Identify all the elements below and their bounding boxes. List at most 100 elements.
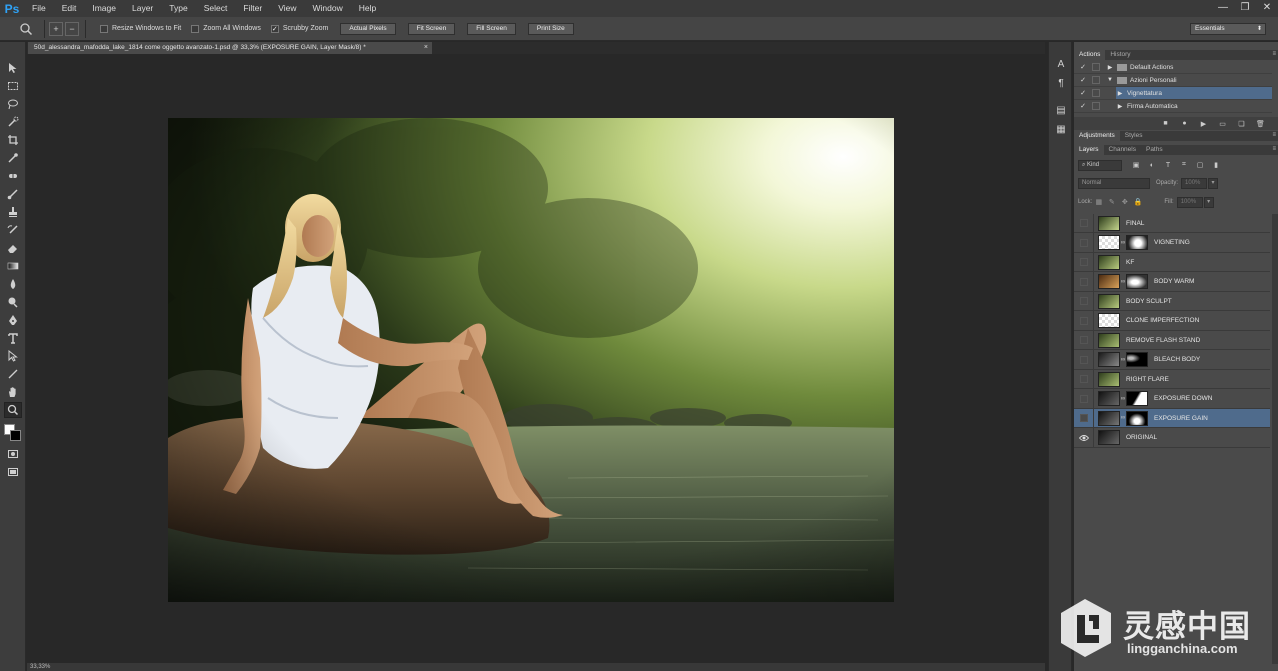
- layer-thumbnail[interactable]: [1098, 410, 1120, 426]
- close-button[interactable]: ✕: [1256, 0, 1278, 17]
- checkmark-icon[interactable]: ✓: [1078, 76, 1088, 84]
- document-image[interactable]: [168, 118, 894, 602]
- visibility-box[interactable]: [1079, 277, 1088, 286]
- panel-menu-icon[interactable]: ≡: [1272, 51, 1276, 57]
- zoom-level[interactable]: 33,33%: [30, 664, 50, 670]
- checkmark-icon[interactable]: ✓: [1078, 63, 1088, 71]
- info-panel-icon[interactable]: ▦: [1054, 123, 1068, 137]
- filter-toggle-icon[interactable]: ▮: [1208, 161, 1224, 169]
- character-panel-icon[interactable]: A: [1054, 58, 1068, 72]
- new-set-icon[interactable]: ▭: [1213, 120, 1232, 128]
- visibility-toggle[interactable]: [1074, 369, 1094, 389]
- layer-thumbnail[interactable]: [1098, 274, 1120, 289]
- fill-input[interactable]: 100%: [1176, 196, 1203, 208]
- expand-arrow-icon[interactable]: ▶: [1116, 103, 1124, 110]
- panel-menu-icon[interactable]: ≡: [1272, 132, 1276, 138]
- dialog-toggle-icon[interactable]: [1092, 63, 1100, 71]
- line-tool-icon[interactable]: [4, 366, 22, 382]
- eraser-tool-icon[interactable]: [4, 240, 22, 256]
- type-filter-icon[interactable]: T: [1160, 162, 1176, 169]
- crop-tool-icon[interactable]: [4, 132, 22, 148]
- lock-all-icon[interactable]: 🔒: [1131, 198, 1144, 206]
- lock-position-icon[interactable]: ✥: [1118, 198, 1131, 206]
- path-selection-tool-icon[interactable]: [4, 348, 22, 364]
- menu-help[interactable]: Help: [351, 0, 384, 17]
- shape-filter-icon[interactable]: ⌗: [1176, 161, 1192, 169]
- checkmark-icon[interactable]: ✓: [1078, 102, 1088, 110]
- zoom-out-icon[interactable]: −: [65, 21, 79, 36]
- expand-arrow-icon[interactable]: ▶: [1116, 90, 1124, 97]
- layer-thumbnail[interactable]: [1098, 215, 1120, 231]
- document-tab[interactable]: 50d_alessandra_mafodda_lake_1814 come og…: [28, 42, 432, 54]
- paragraph-panel-icon[interactable]: ¶: [1054, 77, 1068, 91]
- visibility-toggle[interactable]: [1074, 350, 1094, 369]
- play-icon[interactable]: ▶: [1194, 120, 1213, 128]
- panel-menu-icon[interactable]: ≡: [1272, 146, 1276, 152]
- tab-layers[interactable]: Layers: [1074, 145, 1104, 155]
- layer-thumbnail[interactable]: [1098, 391, 1120, 406]
- visibility-toggle[interactable]: [1074, 213, 1094, 233]
- visibility-toggle[interactable]: [1074, 408, 1094, 428]
- type-tool-icon[interactable]: [4, 330, 22, 346]
- restore-button[interactable]: ❐: [1234, 0, 1256, 17]
- history-brush-tool-icon[interactable]: [4, 222, 22, 238]
- action-row[interactable]: ✓ ▶ Firma Automatica: [1074, 100, 1272, 113]
- visibility-box[interactable]: [1079, 297, 1088, 305]
- tab-styles[interactable]: Styles: [1120, 131, 1148, 141]
- visibility-toggle[interactable]: [1074, 389, 1094, 408]
- menu-image[interactable]: Image: [84, 0, 124, 17]
- visibility-box[interactable]: [1079, 375, 1088, 383]
- pen-tool-icon[interactable]: [4, 312, 22, 328]
- visibility-box[interactable]: [1079, 316, 1088, 325]
- actual-pixels-button[interactable]: Actual Pixels: [340, 22, 396, 35]
- workspace-switcher[interactable]: Essentials ⬍: [1190, 23, 1266, 35]
- layer-row[interactable]: ORIGINAL: [1074, 428, 1270, 448]
- lock-transparency-icon[interactable]: ▦: [1092, 198, 1105, 206]
- action-row[interactable]: ✓ ▶ Default Actions: [1074, 61, 1272, 74]
- dialog-toggle-icon[interactable]: [1092, 89, 1100, 97]
- layer-row[interactable]: REMOVE FLASH STAND: [1074, 330, 1270, 350]
- layer-row[interactable]: FINAL: [1074, 213, 1270, 233]
- expand-arrow-icon[interactable]: ▶: [1106, 64, 1114, 71]
- smart-object-filter-icon[interactable]: ▢: [1192, 161, 1208, 169]
- checkbox-box[interactable]: [100, 24, 108, 33]
- quick-mask-icon[interactable]: [4, 446, 22, 462]
- visibility-box[interactable]: [1079, 355, 1088, 364]
- layer-row[interactable]: CLONE IMPERFECTION: [1074, 311, 1270, 331]
- resize-windows-checkbox[interactable]: Resize Windows to Fit: [100, 24, 181, 33]
- menu-layer[interactable]: Layer: [124, 0, 161, 17]
- layer-thumbnail[interactable]: [1098, 235, 1120, 250]
- visibility-toggle[interactable]: [1074, 330, 1094, 350]
- pixel-filter-icon[interactable]: ▣: [1128, 161, 1144, 169]
- lasso-tool-icon[interactable]: [4, 96, 22, 112]
- checkmark-icon[interactable]: ✓: [1078, 89, 1088, 97]
- visibility-box[interactable]: [1079, 336, 1088, 344]
- lock-pixels-icon[interactable]: ✎: [1105, 198, 1118, 206]
- layer-thumbnail[interactable]: [1098, 332, 1120, 348]
- layer-thumbnail[interactable]: [1098, 313, 1120, 328]
- layer-row[interactable]: BODY SCULPT: [1074, 291, 1270, 311]
- gradient-tool-icon[interactable]: [4, 258, 22, 274]
- layer-row[interactable]: RIGHT FLARE: [1074, 369, 1270, 389]
- properties-panel-icon[interactable]: ▤: [1054, 104, 1068, 118]
- layer-thumbnail[interactable]: [1098, 430, 1120, 445]
- layer-row[interactable]: ∞ BLEACH BODY: [1074, 350, 1270, 370]
- layer-mask-thumbnail[interactable]: [1126, 352, 1148, 367]
- menu-file[interactable]: File: [24, 0, 54, 17]
- quick-selection-tool-icon[interactable]: [4, 114, 22, 130]
- chevron-down-icon[interactable]: ▾: [1208, 177, 1219, 189]
- eye-icon[interactable]: [1074, 428, 1094, 447]
- layer-kind-filter[interactable]: ⌕ Kind: [1078, 159, 1122, 171]
- layer-mask-thumbnail[interactable]: [1126, 410, 1148, 426]
- layer-thumbnail[interactable]: [1098, 371, 1120, 387]
- zoom-in-icon[interactable]: +: [49, 21, 63, 36]
- menu-edit[interactable]: Edit: [54, 0, 85, 17]
- fill-screen-button[interactable]: Fill Screen: [467, 22, 516, 35]
- screen-mode-icon[interactable]: [4, 464, 22, 480]
- zoom-all-windows-checkbox[interactable]: Zoom All Windows: [191, 24, 261, 33]
- clone-stamp-tool-icon[interactable]: [4, 204, 22, 220]
- layer-mask-thumbnail[interactable]: [1126, 274, 1148, 289]
- healing-brush-tool-icon[interactable]: [4, 168, 22, 184]
- background-color-swatch[interactable]: [10, 430, 21, 441]
- layer-row[interactable]: ∞ VIGNETING: [1074, 233, 1270, 253]
